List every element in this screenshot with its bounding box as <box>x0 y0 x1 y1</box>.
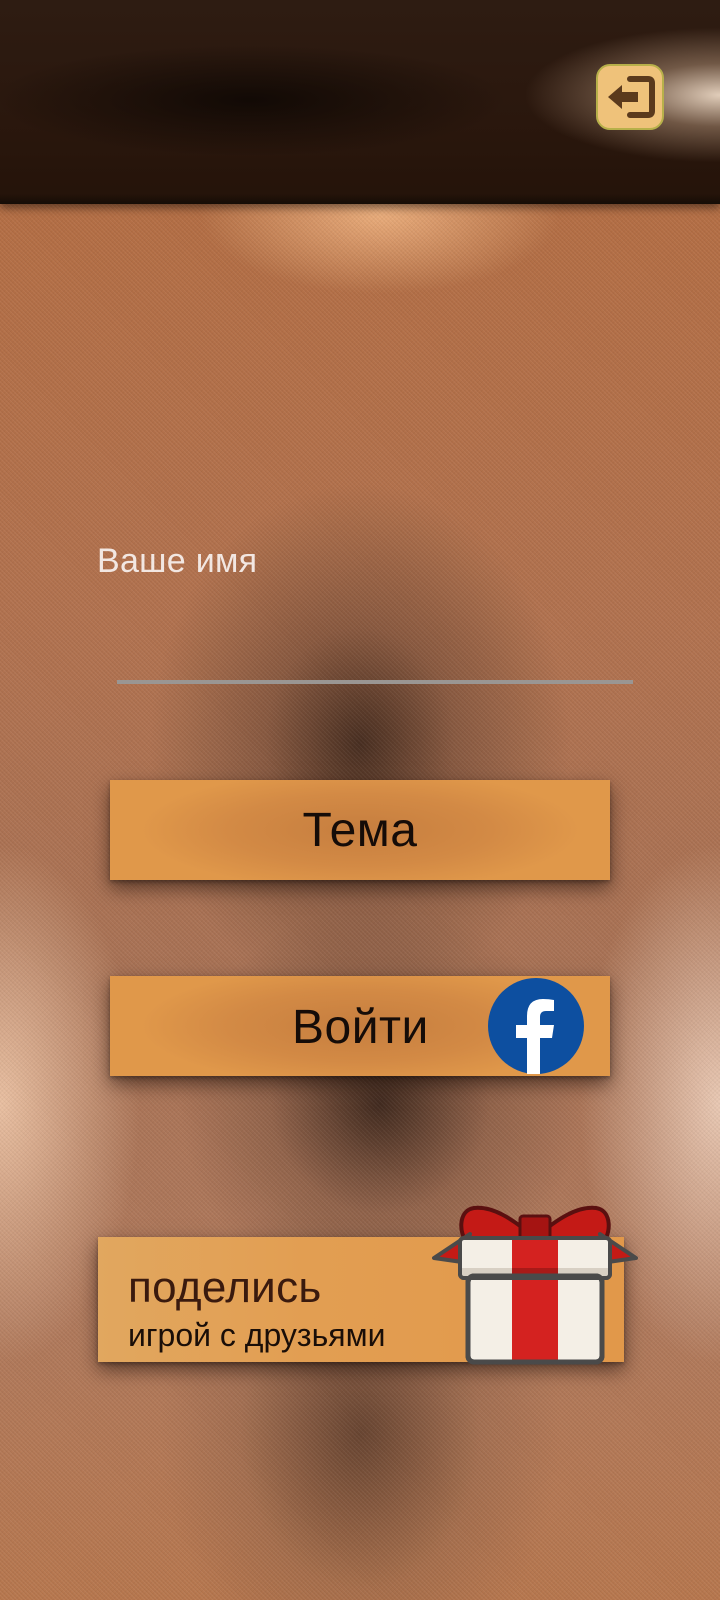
facebook-login-button[interactable]: Войти <box>110 976 610 1076</box>
share-button-subtitle: игрой с друзьями <box>128 1317 386 1353</box>
theme-button-label: Тема <box>302 803 418 857</box>
theme-button[interactable]: Тема <box>110 780 610 880</box>
name-input-underline <box>117 680 633 684</box>
exit-button[interactable] <box>596 64 664 130</box>
background-texture <box>0 204 720 1600</box>
app-screen: Ваше имя Тема Войти поделись игрой с дру… <box>0 0 720 1600</box>
share-button-title: поделись <box>128 1263 322 1312</box>
name-input[interactable] <box>117 600 633 680</box>
login-button-label: Войти <box>292 1001 429 1054</box>
gift-icon <box>432 1205 638 1365</box>
name-label: Ваше имя <box>97 542 258 580</box>
facebook-icon <box>488 978 584 1074</box>
exit-door-arrow-icon <box>608 76 655 118</box>
